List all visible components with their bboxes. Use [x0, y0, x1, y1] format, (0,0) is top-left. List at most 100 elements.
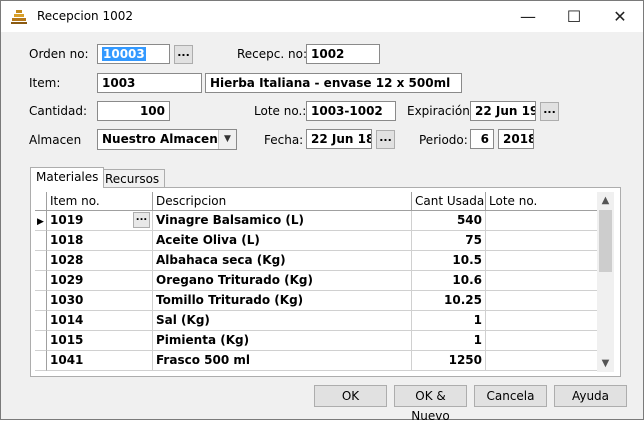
- cell-cant-usada[interactable]: 1: [412, 311, 486, 331]
- expiracion-picker-button[interactable]: ...: [540, 102, 559, 121]
- cell-cant-usada[interactable]: 10.6: [412, 271, 486, 291]
- cell-descripcion-text: Albahaca seca (Kg): [156, 253, 286, 267]
- close-button[interactable]: ✕: [597, 1, 643, 32]
- cell-descripcion-text: Vinagre Balsamico (L): [156, 213, 305, 227]
- row-selector[interactable]: [35, 251, 47, 271]
- cantidad-label: Cantidad:: [29, 104, 88, 118]
- grid-vertical-scrollbar[interactable]: ▲ ▼: [597, 192, 614, 372]
- window-title: Recepcion 1002: [37, 9, 134, 23]
- lote-label: Lote no.:: [254, 104, 307, 118]
- cell-item-no[interactable]: 1018: [47, 231, 153, 251]
- row-selector[interactable]: [35, 271, 47, 291]
- chevron-down-icon[interactable]: ▼: [218, 130, 236, 149]
- cell-descripcion[interactable]: Aceite Oliva (L): [153, 231, 412, 251]
- maximize-button[interactable]: ☐: [551, 1, 597, 32]
- orden-field[interactable]: 10003: [97, 44, 170, 64]
- row-selector[interactable]: [35, 311, 47, 331]
- item-label: Item:: [29, 76, 61, 90]
- cell-item-no[interactable]: 1019...: [47, 211, 153, 231]
- table-row[interactable]: ▶ 1019... Vinagre Balsamico (L) 540: [35, 211, 599, 231]
- almacen-value: Nuestro Almacen: [102, 132, 218, 146]
- cell-cant-usada-text: 1: [473, 313, 482, 327]
- cell-cant-usada[interactable]: 1250: [412, 351, 486, 371]
- table-row[interactable]: 1015 Pimienta (Kg) 1: [35, 331, 599, 351]
- table-row[interactable]: 1029 Oregano Triturado (Kg) 10.6: [35, 271, 599, 291]
- cell-cant-usada[interactable]: 10.5: [412, 251, 486, 271]
- cell-lote-no[interactable]: [486, 251, 599, 271]
- almacen-dropdown[interactable]: Nuestro Almacen ▼: [97, 129, 237, 150]
- cell-lote-no[interactable]: [486, 231, 599, 251]
- periodo-field[interactable]: 6: [470, 129, 494, 149]
- cell-lote-no[interactable]: [486, 271, 599, 291]
- cell-item-no[interactable]: 1028: [47, 251, 153, 271]
- row-selector[interactable]: ▶: [35, 211, 47, 231]
- col-header-item[interactable]: Item no.: [47, 192, 153, 211]
- cell-lote-no[interactable]: [486, 211, 599, 231]
- cell-cant-usada-text: 1250: [448, 353, 482, 367]
- table-row[interactable]: 1041 Frasco 500 ml 1250: [35, 351, 599, 371]
- recepc-field[interactable]: 1002: [306, 44, 380, 64]
- item-field[interactable]: 1003: [97, 73, 202, 93]
- cell-lote-no[interactable]: [486, 331, 599, 351]
- cell-descripcion-text: Aceite Oliva (L): [156, 233, 260, 247]
- cell-item-no[interactable]: 1015: [47, 331, 153, 351]
- cell-lote-no[interactable]: [486, 351, 599, 371]
- ok-button[interactable]: OK: [314, 385, 387, 407]
- close-icon: ✕: [613, 7, 627, 26]
- row-selector[interactable]: [35, 291, 47, 311]
- ok-nuevo-button[interactable]: OK & Nuevo: [394, 385, 467, 423]
- cell-cant-usada-text: 10.25: [444, 293, 482, 307]
- item-lookup-button[interactable]: ...: [133, 212, 150, 228]
- scroll-thumb[interactable]: [599, 210, 612, 272]
- tab-materiales[interactable]: Materiales: [30, 167, 105, 188]
- cell-lote-no[interactable]: [486, 291, 599, 311]
- cell-descripcion[interactable]: Albahaca seca (Kg): [153, 251, 412, 271]
- fecha-picker-button[interactable]: ...: [376, 130, 395, 149]
- cell-cant-usada[interactable]: 540: [412, 211, 486, 231]
- table-row[interactable]: 1018 Aceite Oliva (L) 75: [35, 231, 599, 251]
- row-selector[interactable]: [35, 231, 47, 251]
- cell-item-no-text: 1019: [50, 213, 84, 227]
- cell-item-no[interactable]: 1014: [47, 311, 153, 331]
- cancela-button[interactable]: Cancela: [474, 385, 547, 407]
- cell-lote-no[interactable]: [486, 311, 599, 331]
- cell-item-no[interactable]: 1030: [47, 291, 153, 311]
- periodo-year-field[interactable]: 2018: [498, 129, 534, 149]
- materials-grid: Item no. Descripcion Cant Usada Lote no.…: [35, 192, 599, 372]
- ayuda-button[interactable]: Ayuda: [554, 385, 627, 407]
- tab-recursos[interactable]: Recursos: [99, 169, 166, 189]
- orden-lookup-button[interactable]: ...: [174, 45, 193, 64]
- cell-cant-usada[interactable]: 1: [412, 331, 486, 351]
- expiracion-field[interactable]: 22 Jun 19: [470, 101, 536, 121]
- col-header-lote[interactable]: Lote no.: [486, 192, 599, 211]
- cell-descripcion[interactable]: Oregano Triturado (Kg): [153, 271, 412, 291]
- table-row[interactable]: 1028 Albahaca seca (Kg) 10.5: [35, 251, 599, 271]
- cell-descripcion[interactable]: Tomillo Triturado (Kg): [153, 291, 412, 311]
- cell-descripcion-text: Oregano Triturado (Kg): [156, 273, 313, 287]
- cell-descripcion-text: Pimienta (Kg): [156, 333, 250, 347]
- table-row[interactable]: 1014 Sal (Kg) 1: [35, 311, 599, 331]
- app-icon: [11, 9, 27, 25]
- cell-descripcion[interactable]: Pimienta (Kg): [153, 331, 412, 351]
- col-header-descripcion[interactable]: Descripcion: [153, 192, 412, 211]
- cell-descripcion[interactable]: Sal (Kg): [153, 311, 412, 331]
- lote-field[interactable]: 1003-1002: [306, 101, 396, 121]
- row-selector[interactable]: [35, 331, 47, 351]
- scroll-down-icon[interactable]: ▼: [597, 355, 614, 372]
- row-selector[interactable]: [35, 351, 47, 371]
- cantidad-field[interactable]: 100: [97, 101, 170, 121]
- orden-value: 10003: [102, 47, 146, 61]
- table-row[interactable]: 1030 Tomillo Triturado (Kg) 10.25: [35, 291, 599, 311]
- scroll-up-icon[interactable]: ▲: [597, 192, 614, 209]
- minimize-button[interactable]: —: [505, 1, 551, 32]
- cell-descripcion[interactable]: Vinagre Balsamico (L): [153, 211, 412, 231]
- fecha-field[interactable]: 22 Jun 18: [306, 129, 372, 149]
- cell-item-no[interactable]: 1029: [47, 271, 153, 291]
- grid-corner: [35, 192, 47, 211]
- cell-item-no-text: 1014: [50, 313, 84, 327]
- cell-cant-usada[interactable]: 75: [412, 231, 486, 251]
- cell-cant-usada[interactable]: 10.25: [412, 291, 486, 311]
- col-header-cant-usada[interactable]: Cant Usada: [412, 192, 486, 211]
- cell-item-no[interactable]: 1041: [47, 351, 153, 371]
- cell-descripcion[interactable]: Frasco 500 ml: [153, 351, 412, 371]
